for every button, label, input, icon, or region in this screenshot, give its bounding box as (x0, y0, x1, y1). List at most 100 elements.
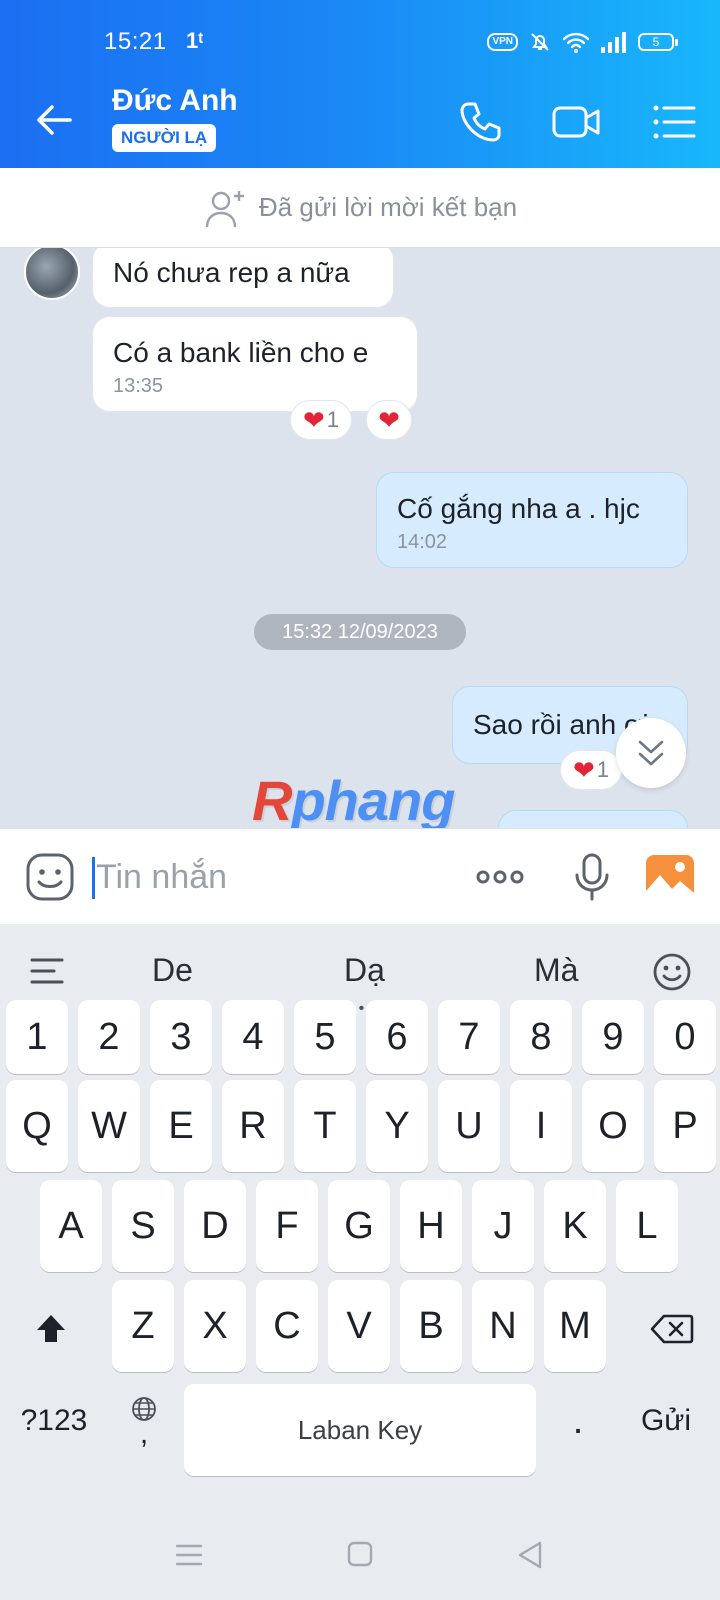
photo-gallery-icon[interactable] (644, 851, 696, 903)
key-h[interactable]: H (400, 1180, 462, 1272)
video-call-icon[interactable] (550, 96, 602, 148)
friend-request-strip: Đã gửi lời mời kết bạn (0, 168, 720, 248)
key-1[interactable]: 1 (6, 1000, 68, 1074)
chat-menu-icon[interactable] (648, 96, 700, 148)
suggestion-item[interactable]: De (152, 952, 193, 989)
key-7[interactable]: 7 (438, 1000, 500, 1074)
contact-title[interactable]: Đức Anh NGƯỜI LẠ (112, 84, 238, 152)
key-g[interactable]: G (328, 1180, 390, 1272)
key-b[interactable]: B (400, 1280, 462, 1372)
double-chevron-down-icon (638, 740, 664, 766)
key-5[interactable]: 5 (294, 1000, 356, 1074)
backspace-key[interactable] (636, 1292, 708, 1366)
key-z[interactable]: Z (112, 1280, 174, 1372)
mute-bell-icon (531, 33, 549, 51)
reaction-summary[interactable]: ❤ 1 (560, 750, 622, 790)
recent-apps-icon[interactable] (174, 1542, 204, 1568)
key-f[interactable]: F (256, 1180, 318, 1272)
key-a[interactable]: A (40, 1180, 102, 1272)
message-list[interactable]: Nó chưa rep a nữa Có a bank liền cho e 1… (0, 248, 720, 828)
reaction-count: 1 (596, 757, 610, 782)
react-button[interactable]: ❤ (366, 400, 412, 440)
message-bubble[interactable]: Có a bank liền cho e 13:35 (92, 316, 418, 412)
contact-name: Đức Anh (112, 84, 238, 117)
back-arrow-icon[interactable] (30, 96, 78, 144)
message-bubble[interactable]: Cố gắng nha a . hjc 14:02 (376, 472, 688, 568)
key-e[interactable]: E (150, 1080, 212, 1172)
key-u[interactable]: U (438, 1080, 500, 1172)
status-icons: VPN 5 (487, 30, 678, 54)
date-divider: 15:32 12/09/2023 (254, 614, 466, 650)
keyboard-menu-icon[interactable] (30, 956, 64, 986)
message-bubble[interactable]: Nó chưa rep a nữa (92, 248, 394, 308)
key-t[interactable]: T (294, 1080, 356, 1172)
network-indicator: 1ᵗ (186, 28, 204, 53)
key-8[interactable]: 8 (510, 1000, 572, 1074)
key-d[interactable]: D (184, 1180, 246, 1272)
battery-icon: 5 (638, 33, 678, 51)
key-v[interactable]: V (328, 1280, 390, 1372)
status-bar: 15:21 1ᵗ VPN 5 (0, 0, 720, 72)
key-x[interactable]: X (184, 1280, 246, 1372)
space-key[interactable]: Laban Key (184, 1384, 536, 1476)
key-s[interactable]: S (112, 1180, 174, 1272)
wifi-icon (562, 32, 590, 53)
key-k[interactable]: K (544, 1180, 606, 1272)
key-y[interactable]: Y (366, 1080, 428, 1172)
suggestion-item[interactable]: Mà (534, 952, 578, 989)
watermark-logo: Rphang (252, 769, 455, 828)
microphone-icon[interactable] (566, 851, 618, 903)
key-p[interactable]: P (654, 1080, 716, 1172)
text-cursor (92, 857, 95, 899)
key-o[interactable]: O (582, 1080, 644, 1172)
key-w[interactable]: W (78, 1080, 140, 1172)
key-0[interactable]: 0 (654, 1000, 716, 1074)
message-time: 14:02 (397, 531, 448, 553)
status-time: 15:21 (104, 28, 167, 55)
reaction-summary[interactable]: ❤ 1 (290, 400, 352, 440)
home-icon[interactable] (346, 1540, 374, 1568)
key-9[interactable]: 9 (582, 1000, 644, 1074)
key-j[interactable]: J (472, 1180, 534, 1272)
stranger-badge: NGƯỜI LẠ (112, 124, 217, 152)
key-m[interactable]: M (544, 1280, 606, 1372)
message-time: 13:35 (113, 375, 164, 397)
shift-arrow-icon (37, 1315, 65, 1342)
comma-key[interactable]: , (112, 1384, 176, 1458)
key-4[interactable]: 4 (222, 1000, 284, 1074)
message-bubble-partial[interactable] (498, 810, 688, 828)
period-key[interactable]: . (548, 1384, 608, 1458)
scroll-to-bottom-button[interactable] (616, 718, 686, 788)
symbols-key[interactable]: ?123 (6, 1384, 102, 1458)
key-q[interactable]: Q (6, 1080, 68, 1172)
key-6[interactable]: 6 (366, 1000, 428, 1074)
message-input[interactable] (96, 851, 436, 903)
chat-header: Đức Anh NGƯỜI LẠ (0, 72, 720, 168)
key-r[interactable]: R (222, 1080, 284, 1172)
send-key[interactable]: Gửi (618, 1384, 714, 1458)
more-options-icon[interactable] (474, 851, 526, 903)
heart-icon: ❤ (302, 405, 325, 435)
avatar[interactable] (24, 248, 80, 300)
key-c[interactable]: C (256, 1280, 318, 1372)
top-bar: 15:21 1ᵗ VPN 5 Đức Anh NGƯỜI LẠ (0, 0, 720, 168)
message-text: Có a bank liền cho e (113, 337, 369, 368)
key-l[interactable]: L (616, 1180, 678, 1272)
shift-key[interactable] (20, 1292, 82, 1366)
system-navigation-bar (0, 1514, 720, 1600)
message-text: Cố gắng nha a . hjc (397, 493, 640, 524)
key-2[interactable]: 2 (78, 1000, 140, 1074)
back-nav-icon[interactable] (516, 1540, 544, 1570)
key-3[interactable]: 3 (150, 1000, 212, 1074)
composer-bar (0, 828, 720, 924)
heart-icon: ❤ (378, 405, 400, 435)
friend-request-text: Đã gửi lời mời kết bạn (258, 192, 518, 222)
emoji-icon[interactable] (652, 952, 692, 992)
phone-call-icon[interactable] (454, 96, 506, 148)
key-i[interactable]: I (510, 1080, 572, 1172)
key-n[interactable]: N (472, 1280, 534, 1372)
suggestion-item[interactable]: Dạ (344, 952, 385, 989)
add-friend-icon (205, 190, 244, 227)
vpn-icon: VPN (487, 33, 518, 51)
sticker-icon[interactable] (24, 851, 76, 903)
